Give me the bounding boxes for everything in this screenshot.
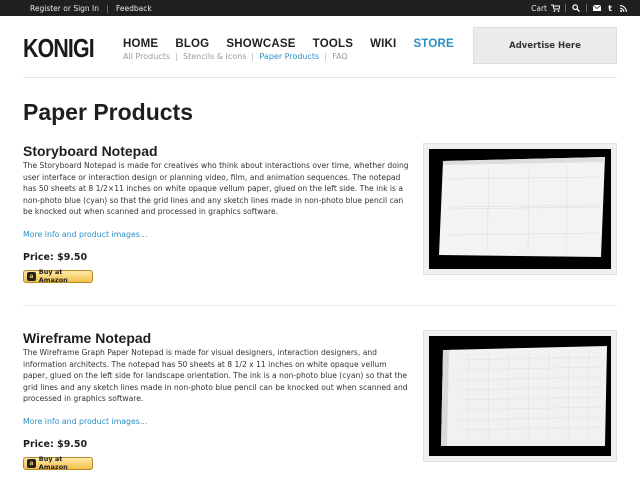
cart-icon[interactable]: [550, 3, 560, 13]
storyboard-notepad-photo: [429, 149, 611, 269]
nav-tools[interactable]: TOOLS: [313, 38, 353, 50]
subnav-stencils-icons[interactable]: Stencils & Icons: [183, 52, 246, 61]
product-divider: [23, 305, 617, 306]
register-signin-link[interactable]: Register or Sign In: [30, 4, 99, 13]
nav-wiki[interactable]: WIKI: [370, 38, 396, 50]
top-bar: Register or Sign In Feedback Cart t: [0, 0, 640, 16]
buy-at-amazon-button[interactable]: a Buy at Amazon: [23, 455, 93, 471]
divider: [325, 52, 327, 61]
divider: [176, 52, 178, 61]
product-description: The Storyboard Notepad is made for creat…: [23, 161, 409, 216]
divider: [565, 4, 566, 12]
nav-showcase[interactable]: SHOWCASE: [226, 38, 295, 50]
product-photo: [429, 336, 611, 456]
product-wireframe-notepad: Wireframe Notepad The Wireframe Graph Pa…: [23, 330, 617, 471]
subnav-faq[interactable]: FAQ: [332, 52, 348, 61]
amazon-icon: a: [27, 271, 36, 281]
product-image[interactable]: [423, 143, 617, 275]
advertise-box[interactable]: Advertise Here: [473, 27, 617, 64]
buy-label: Buy at Amazon: [38, 268, 68, 284]
tumblr-icon[interactable]: t: [605, 3, 615, 13]
main-nav: HOME BLOG SHOWCASE TOOLS WIKI STORE: [123, 38, 471, 50]
nav-store[interactable]: STORE: [413, 38, 453, 50]
nav-blog[interactable]: BLOG: [175, 38, 209, 50]
subnav-paper-products[interactable]: Paper Products: [259, 52, 319, 61]
buy-at-amazon-button[interactable]: a Buy at Amazon: [23, 268, 93, 284]
amazon-icon: a: [27, 458, 36, 468]
subnav-all-products[interactable]: All Products: [123, 52, 170, 61]
site-logo[interactable]: KONIGI: [23, 33, 95, 64]
divider: [586, 4, 587, 12]
product-image[interactable]: [423, 330, 617, 462]
search-icon[interactable]: [571, 3, 581, 13]
product-storyboard-notepad: Storyboard Notepad The Storyboard Notepa…: [23, 143, 617, 284]
wireframe-notepad-photo: [429, 336, 611, 456]
page-title: Paper Products: [23, 99, 193, 125]
product-photo: [429, 149, 611, 269]
sub-nav: All Products Stencils & Icons Paper Prod…: [123, 52, 348, 61]
product-description: The Wireframe Graph Paper Notepad is mad…: [23, 348, 408, 403]
feedback-link[interactable]: Feedback: [116, 4, 152, 13]
advertise-label: Advertise Here: [509, 40, 581, 51]
buy-label: Buy at Amazon: [38, 455, 68, 471]
cart-link[interactable]: Cart: [531, 4, 547, 13]
nav-home[interactable]: HOME: [123, 38, 158, 50]
header-divider: [23, 77, 617, 78]
divider: [107, 4, 109, 13]
divider: [252, 52, 254, 61]
rss-icon[interactable]: [618, 3, 628, 13]
mail-icon[interactable]: [592, 3, 602, 13]
